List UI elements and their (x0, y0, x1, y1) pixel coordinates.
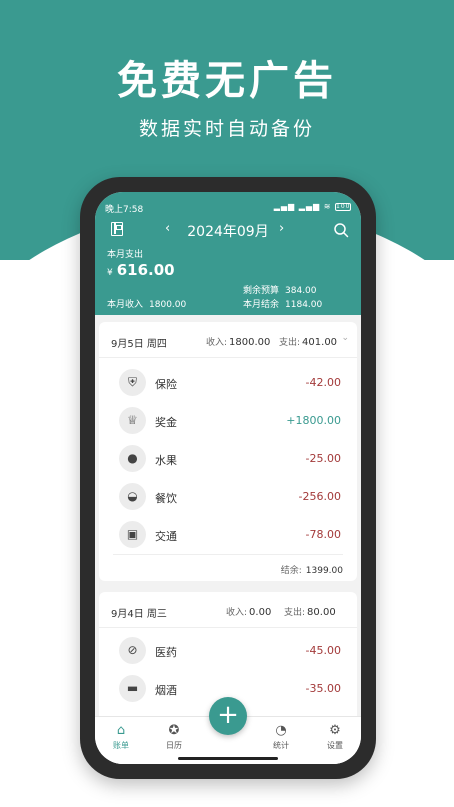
day-expense-label: 支出: (279, 338, 301, 348)
status-time: 晚上7:58 (105, 205, 144, 215)
day-balance: 结余: 1399.00 (281, 563, 343, 576)
gear-icon: ⚙ (329, 723, 341, 738)
month-income-value: 1800.00 (149, 300, 187, 310)
phone-frame: 晚上7:58 ▂▄▆ ▂▄▆ ≋ 100 ‹ 2024年09月 › 本月支出 ¥… (80, 177, 376, 779)
add-entry-button[interactable]: + (209, 697, 247, 735)
entry-category: 烟酒 (155, 684, 177, 697)
tab-label: 统计 (273, 741, 289, 750)
month-title[interactable]: 2024年09月 (95, 221, 361, 241)
day-header[interactable]: 9月5日 周四 收入: 1800.00 支出: 401.00 ⌄ (99, 322, 357, 358)
month-balance: 本月结余 1184.00 (243, 297, 322, 310)
day-income: 收入: 0.00 (226, 605, 271, 618)
phone-screen: 晚上7:58 ▂▄▆ ▂▄▆ ≋ 100 ‹ 2024年09月 › 本月支出 ¥… (95, 192, 361, 764)
search-icon[interactable] (333, 222, 349, 238)
currency-symbol: ¥ (107, 268, 113, 278)
day-header[interactable]: 9月4日 周三 收入: 0.00 支出: 80.00 (99, 592, 357, 628)
day-expense: 支出: 80.00 (284, 605, 336, 618)
next-month-icon[interactable]: › (279, 221, 284, 236)
list-item[interactable]: ▣ 交通 -78.00 (111, 516, 345, 554)
remaining-budget-label: 剩余预算 (243, 286, 280, 296)
day-expense: 支出: 401.00 (279, 335, 337, 348)
list-item[interactable]: ◒ 餐饮 -256.00 (111, 478, 345, 516)
stats-icon: ◔ (275, 723, 287, 738)
entry-category: 水果 (155, 454, 177, 467)
month-balance-value: 1184.00 (285, 300, 323, 310)
divider (113, 554, 343, 555)
entry-amount: -45.00 (305, 644, 341, 657)
month-income-label: 本月收入 (107, 300, 144, 310)
bus-icon: ▣ (119, 521, 146, 548)
list-item[interactable]: ♕ 奖金 +1800.00 (111, 402, 345, 440)
signal-icon-2: ▂▄▆ (298, 202, 321, 211)
tab-calendar[interactable]: ✪ 日历 (154, 723, 194, 751)
day-card[interactable]: 9月5日 周四 收入: 1800.00 支出: 401.00 ⌄ ⛨ 保险 -42.… (99, 322, 357, 581)
entry-category: 奖金 (155, 416, 177, 429)
day-expense-label: 支出: (284, 608, 306, 618)
home-icon: ⌂ (116, 723, 126, 738)
day-date: 9月5日 周四 (111, 339, 167, 350)
day-income-value: 0.00 (249, 607, 272, 618)
month-spend-label: 本月支出 (107, 250, 144, 260)
month-spend-amount: ¥616.00 (107, 261, 175, 279)
entry-amount: -256.00 (298, 490, 341, 503)
remaining-budget-value: 384.00 (285, 286, 317, 296)
day-balance-value: 1399.00 (305, 566, 343, 576)
remaining-budget: 剩余预算 384.00 (243, 283, 317, 296)
status-bar: 晚上7:58 ▂▄▆ ▂▄▆ ≋ 100 (105, 202, 351, 215)
status-icons: ▂▄▆ ▂▄▆ ≋ 100 (274, 202, 351, 211)
day-expense-value: 401.00 (302, 337, 338, 348)
day-date: 9月4日 周三 (111, 609, 167, 620)
day-income-label: 收入: (226, 608, 248, 618)
cigarette-icon: ▬ (119, 675, 146, 702)
award-icon: ♕ (119, 407, 146, 434)
month-balance-label: 本月结余 (243, 300, 280, 310)
entry-category: 医药 (155, 646, 177, 659)
tab-label: 日历 (166, 741, 182, 750)
tab-stats[interactable]: ◔ 统计 (261, 723, 301, 751)
list-item[interactable]: ⊘ 医药 -45.00 (111, 632, 345, 670)
day-income-label: 收入: (206, 338, 228, 348)
pill-icon: ⊘ (119, 637, 146, 664)
day-balance-label: 结余: (280, 566, 302, 576)
entry-category: 餐饮 (155, 492, 177, 505)
entry-category: 保险 (155, 378, 177, 391)
entry-category: 交通 (155, 530, 177, 543)
day-income: 收入: 1800.00 (206, 335, 270, 348)
promo-title: 免费无广告 (117, 58, 337, 104)
signal-icon: ▂▄▆ (273, 202, 296, 211)
month-income: 本月收入 1800.00 (107, 297, 186, 310)
dish-icon: ◒ (119, 483, 146, 510)
tab-label: 账单 (113, 741, 129, 750)
entry-amount: -25.00 (305, 452, 341, 465)
list-item[interactable]: ⛨ 保险 -42.00 (111, 364, 345, 402)
entry-amount: -78.00 (305, 528, 341, 541)
chevron-down-icon[interactable]: ⌄ (341, 333, 349, 343)
day-income-value: 1800.00 (229, 337, 271, 348)
home-indicator (178, 757, 278, 760)
tab-settings[interactable]: ⚙ 设置 (315, 723, 355, 751)
summary-header: 晚上7:58 ▂▄▆ ▂▄▆ ≋ 100 ‹ 2024年09月 › 本月支出 ¥… (95, 192, 361, 315)
wifi-icon: ≋ (323, 202, 332, 211)
calendar-icon: ✪ (168, 723, 180, 738)
promo-subtitle: 数据实时自动备份 (138, 118, 315, 140)
entry-amount: -42.00 (305, 376, 341, 389)
entry-amount: -35.00 (305, 682, 341, 695)
month-nav: ‹ 2024年09月 › (95, 220, 361, 240)
battery-icon: 100 (335, 202, 351, 211)
day-expense-value: 80.00 (307, 607, 336, 618)
list-item[interactable]: ● 水果 -25.00 (111, 440, 345, 478)
month-spend-value: 616.00 (116, 261, 175, 279)
entry-amount: +1800.00 (286, 414, 341, 427)
shield-plus-icon: ⛨ (119, 369, 146, 396)
apple-icon: ● (119, 445, 146, 472)
tab-bills[interactable]: ⌂ 账单 (101, 723, 141, 751)
tab-label: 设置 (327, 741, 343, 750)
